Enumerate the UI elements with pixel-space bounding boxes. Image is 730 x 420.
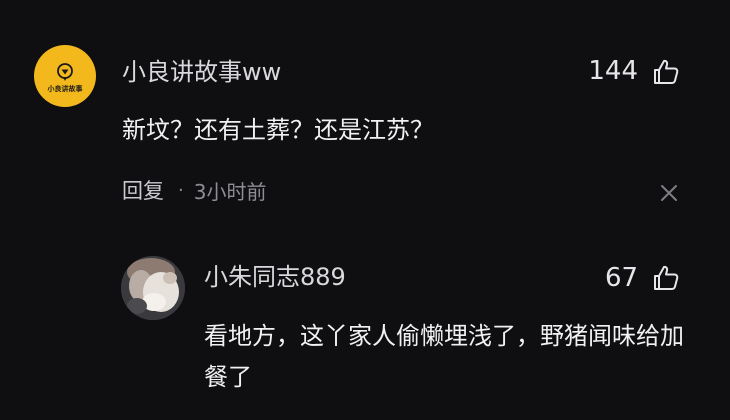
logo-icon — [57, 63, 73, 81]
thumbs-up-icon[interactable] — [651, 57, 681, 87]
separator-dot: · — [178, 179, 184, 201]
like-count: 144 — [588, 56, 638, 86]
reply-button[interactable]: 回复 — [122, 175, 164, 205]
comment-username[interactable]: 小良讲故事ww — [122, 57, 281, 87]
timestamp: 3小时前 — [193, 179, 267, 204]
comment-thread: 小良讲故事 小良讲故事ww 144 新坟？还有土葬？还是江苏？ 回复 · 3小时… — [0, 0, 730, 420]
close-icon[interactable] — [659, 183, 679, 203]
avatar[interactable]: 小良讲故事 — [34, 45, 96, 107]
reply-username[interactable]: 小朱同志889 — [204, 262, 346, 292]
comment-text: 新坟？还有土葬？还是江苏？ — [122, 116, 434, 144]
reply-avatar[interactable] — [121, 256, 185, 320]
thumbs-up-icon[interactable] — [651, 263, 681, 293]
comment-actions: 回复 · 3小时前 — [122, 174, 266, 206]
reply-text: 看地方，这丫家人偷懒埋浅了，野猪闻味给加餐了 — [204, 322, 684, 391]
avatar-logo-text: 小良讲故事 — [47, 85, 83, 93]
avatar-photo — [121, 256, 185, 320]
reply-like-count: 67 — [605, 263, 639, 293]
